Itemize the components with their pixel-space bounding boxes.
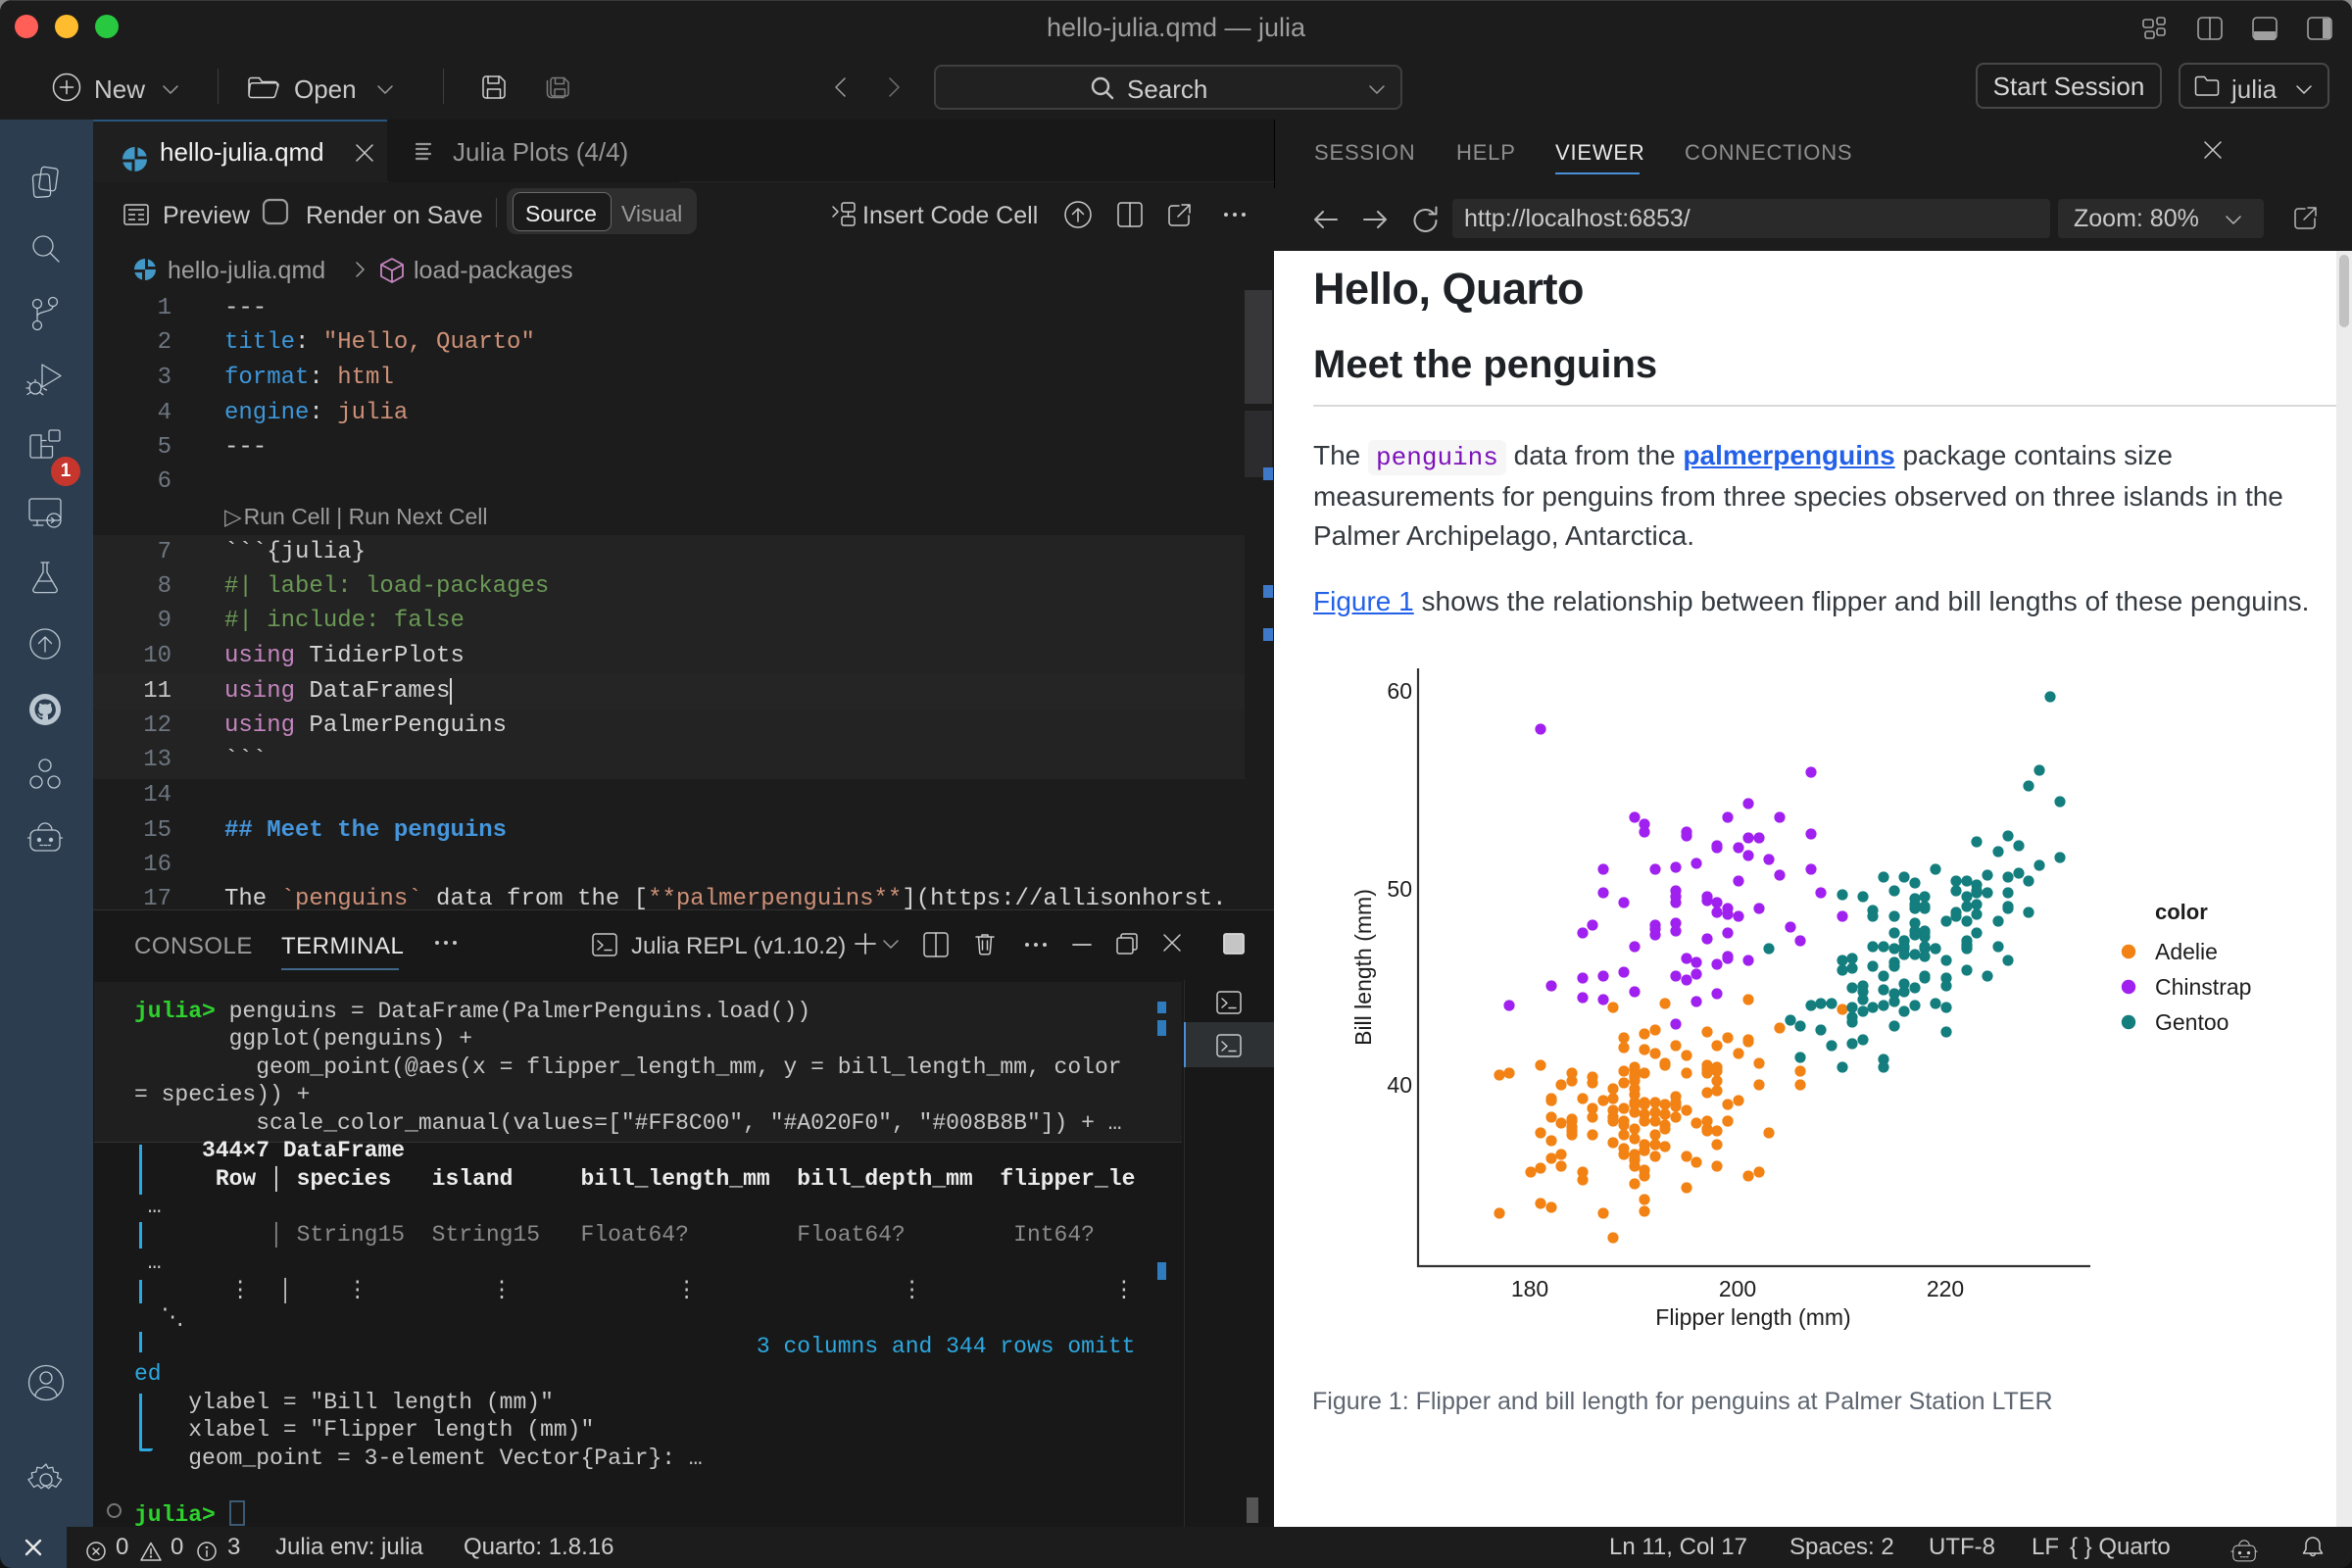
svg-text:Adelie: Adelie [2155, 939, 2218, 964]
svg-text:60: 60 [1387, 678, 1412, 704]
svg-text:Chinstrap: Chinstrap [2155, 974, 2251, 1000]
svg-text:40: 40 [1387, 1072, 1412, 1098]
svg-text:Bill length (mm): Bill length (mm) [1350, 889, 1376, 1046]
svg-text:50: 50 [1387, 876, 1412, 902]
svg-text:200: 200 [1719, 1276, 1756, 1301]
svg-text:color: color [2155, 900, 2208, 924]
svg-text:Gentoo: Gentoo [2155, 1009, 2229, 1035]
svg-text:180: 180 [1511, 1276, 1548, 1301]
svg-text:Flipper length (mm): Flipper length (mm) [1655, 1304, 1850, 1330]
svg-text:220: 220 [1927, 1276, 1964, 1301]
